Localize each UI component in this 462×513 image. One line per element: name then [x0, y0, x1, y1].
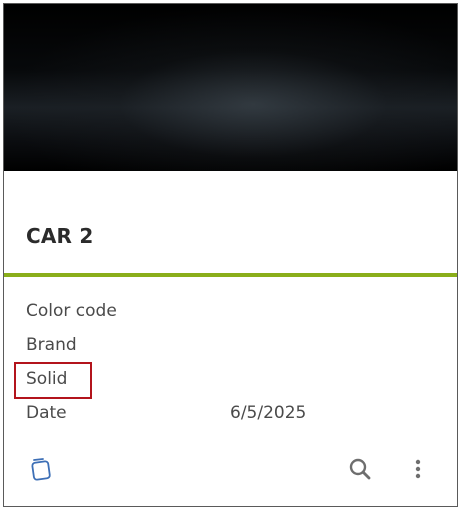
card-title: CAR 2	[26, 224, 94, 248]
property-value: 6/5/2025	[230, 403, 307, 423]
search-icon	[347, 456, 373, 486]
card-footer	[4, 449, 457, 489]
property-list: Color code Brand Solid Date 6/5/2025	[4, 294, 457, 430]
hero-image	[4, 4, 457, 171]
property-label: Date	[26, 403, 67, 423]
property-row-solid: Solid	[4, 362, 457, 396]
more-options-button[interactable]	[404, 457, 432, 485]
search-button[interactable]	[346, 457, 374, 485]
property-row-brand: Brand	[4, 328, 457, 362]
property-label: Brand	[26, 335, 77, 355]
property-row-color-code: Color code	[4, 294, 457, 328]
property-label: Solid	[26, 369, 68, 389]
accent-divider	[4, 273, 457, 277]
cards-button[interactable]	[28, 457, 56, 485]
cards-icon	[29, 456, 55, 486]
more-vertical-icon	[413, 457, 423, 485]
property-label: Color code	[26, 301, 117, 321]
property-row-date: Date 6/5/2025	[4, 396, 457, 430]
item-card[interactable]: CAR 2 Color code Brand Solid Date 6/5/20…	[3, 3, 458, 507]
card-header: CAR 2	[4, 171, 457, 273]
